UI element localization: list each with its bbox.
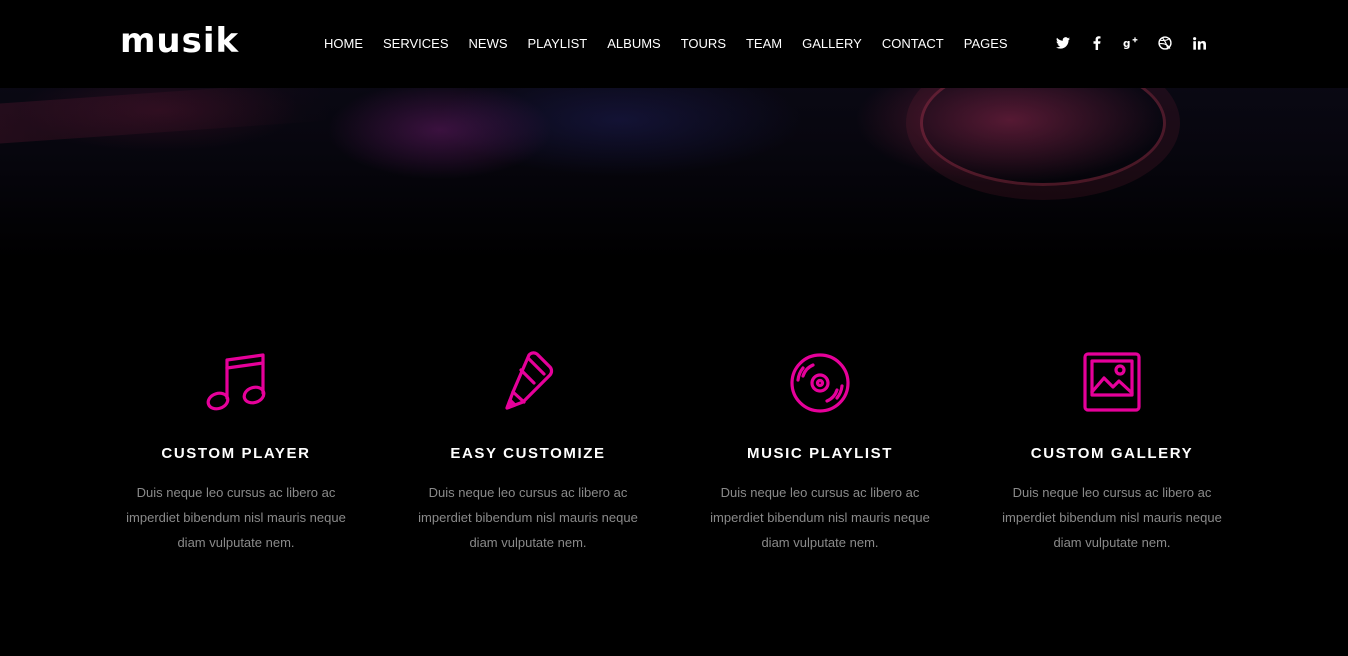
feature-card: CUSTOM PLAYER Duis neque leo cursus ac l…: [90, 345, 382, 555]
nav-item-contact[interactable]: CONTACT: [872, 34, 954, 54]
image-gallery-icon: [966, 345, 1258, 417]
feature-title: CUSTOM GALLERY: [1030, 445, 1194, 462]
nav-item-home[interactable]: HOME: [314, 34, 373, 54]
pencil-icon: [382, 345, 674, 417]
feature-card: EASY CUSTOMIZE Duis neque leo cursus ac …: [382, 345, 674, 555]
twitter-icon[interactable]: [1046, 33, 1080, 53]
nav-item-news[interactable]: NEWS: [459, 34, 518, 54]
nav-item-services[interactable]: SERVICES: [373, 34, 459, 54]
google-plus-icon[interactable]: g: [1114, 33, 1148, 53]
feature-card: CUSTOM GALLERY Duis neque leo cursus ac …: [966, 345, 1258, 555]
nav-item-tours[interactable]: TOURS: [671, 34, 736, 54]
main-nav: HOME SERVICES NEWS PLAYLIST ALBUMS TOURS…: [314, 34, 1018, 54]
svg-text:g: g: [1123, 38, 1130, 50]
site-logo[interactable]: musik: [120, 22, 239, 60]
feature-description: Duis neque leo cursus ac libero ac imper…: [710, 485, 930, 550]
nav-item-albums[interactable]: ALBUMS: [597, 34, 670, 54]
nav-item-pages[interactable]: PAGES: [954, 34, 1018, 54]
music-note-icon: [90, 345, 382, 417]
linkedin-icon[interactable]: [1182, 33, 1216, 53]
nav-item-team[interactable]: TEAM: [736, 34, 792, 54]
vinyl-disc-icon: [674, 345, 966, 417]
feature-description: Duis neque leo cursus ac libero ac imper…: [126, 485, 346, 550]
nav-item-playlist[interactable]: PLAYLIST: [518, 34, 598, 54]
social-links: g: [1046, 33, 1216, 53]
feature-title: CUSTOM PLAYER: [161, 445, 311, 462]
mixer-deck-graphic: [0, 80, 330, 144]
feature-card: MUSIC PLAYLIST Duis neque leo cursus ac …: [674, 345, 966, 555]
feature-title: MUSIC PLAYLIST: [746, 445, 894, 462]
feature-title: EASY CUSTOMIZE: [450, 445, 606, 462]
feature-description: Duis neque leo cursus ac libero ac imper…: [418, 485, 638, 550]
site-header: musik HOME SERVICES NEWS PLAYLIST ALBUMS…: [0, 0, 1348, 88]
nav-item-gallery[interactable]: GALLERY: [792, 34, 872, 54]
dribbble-icon[interactable]: [1148, 33, 1182, 53]
facebook-icon[interactable]: [1080, 33, 1114, 53]
feature-description: Duis neque leo cursus ac libero ac imper…: [1002, 485, 1222, 550]
features-section: CUSTOM PLAYER Duis neque leo cursus ac l…: [90, 345, 1260, 555]
